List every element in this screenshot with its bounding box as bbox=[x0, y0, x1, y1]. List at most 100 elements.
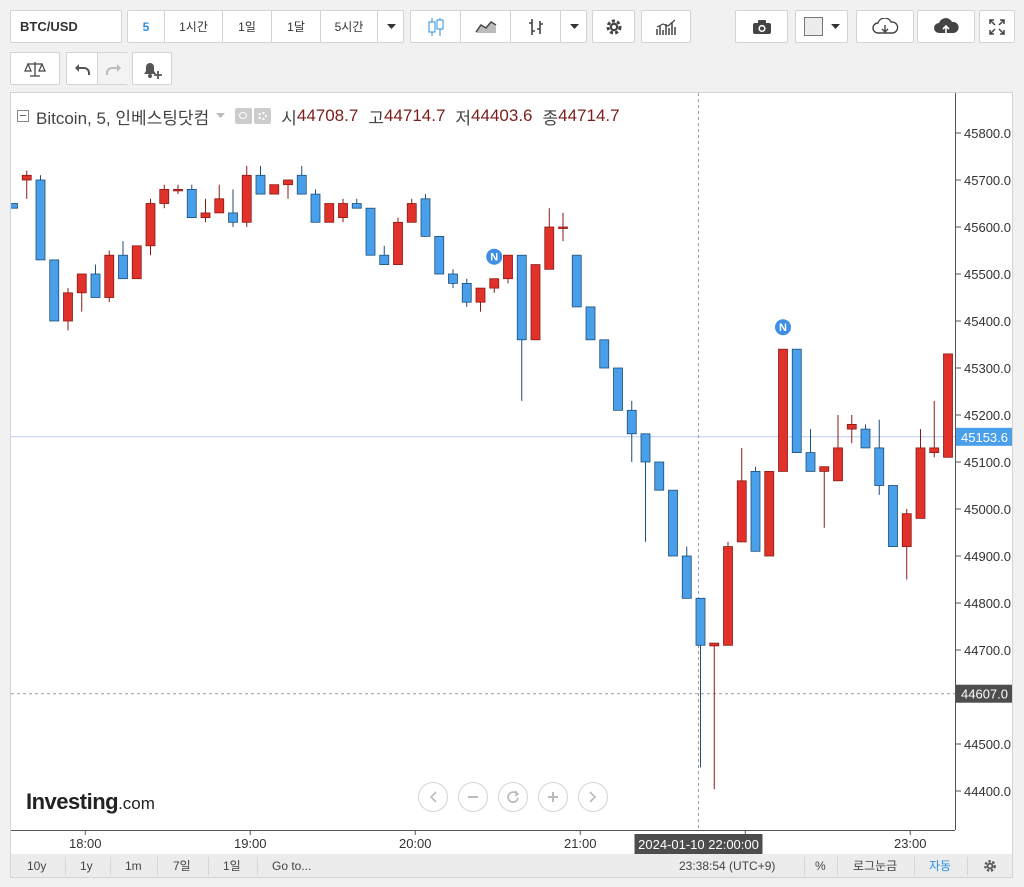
cloud-upload-icon bbox=[934, 17, 959, 33]
scales-icon bbox=[24, 61, 46, 77]
fullscreen-button[interactable] bbox=[979, 10, 1015, 43]
divider bbox=[65, 857, 66, 875]
price-tick-label: 45500.0 bbox=[964, 267, 1011, 282]
interval-5h[interactable]: 5시간 bbox=[321, 11, 378, 42]
interval-1d[interactable]: 1일 bbox=[223, 11, 272, 42]
high-label: 고 bbox=[368, 108, 384, 128]
divider bbox=[804, 857, 805, 875]
undo-redo-group bbox=[66, 52, 129, 85]
series-settings-toggle[interactable] bbox=[254, 108, 272, 124]
candle-body bbox=[915, 447, 926, 519]
undo-button[interactable] bbox=[67, 53, 98, 84]
fullscreen-icon bbox=[989, 18, 1005, 35]
settings-button[interactable] bbox=[592, 10, 635, 43]
minus-icon bbox=[468, 796, 478, 798]
interval-1h[interactable]: 1시간 bbox=[165, 11, 223, 42]
candle-body bbox=[558, 226, 568, 229]
crosshair-time-tag-label: 2024-01-10 22:00:00 bbox=[638, 837, 759, 852]
series-title[interactable]: Bitcoin, 5, 인베스팅닷컴 bbox=[36, 104, 209, 129]
candle-body bbox=[461, 282, 472, 303]
scroll-left-button[interactable] bbox=[418, 782, 448, 812]
divider bbox=[257, 857, 258, 875]
candle-body bbox=[888, 485, 898, 547]
compare-button[interactable] bbox=[10, 52, 60, 85]
goto-button[interactable]: Go to... bbox=[272, 854, 311, 878]
add-alert-button[interactable] bbox=[132, 52, 172, 85]
candle-body bbox=[901, 513, 912, 548]
symbol-box[interactable]: BTC/USD bbox=[10, 10, 122, 43]
open-value: 44708.7 bbox=[296, 106, 359, 125]
chevron-down-icon bbox=[386, 23, 396, 29]
candle-body bbox=[695, 597, 706, 646]
candle-body bbox=[11, 203, 18, 209]
scroll-right-button[interactable] bbox=[578, 782, 608, 812]
interval-1mo[interactable]: 1달 bbox=[272, 11, 321, 42]
visibility-toggle[interactable] bbox=[235, 108, 253, 124]
candle-body bbox=[186, 189, 197, 219]
chart-container[interactable]: 44400.044500.044600.044700.044800.044900… bbox=[10, 92, 1013, 856]
color-picker[interactable] bbox=[795, 10, 848, 43]
divider bbox=[157, 857, 158, 875]
price-tick-label: 44400.0 bbox=[964, 784, 1011, 799]
interval-dropdown[interactable] bbox=[378, 11, 404, 42]
candle-body bbox=[21, 174, 32, 181]
plus-icon bbox=[548, 792, 558, 802]
candle-body bbox=[599, 339, 610, 369]
candle-body bbox=[393, 221, 403, 266]
gear-icon bbox=[984, 860, 996, 872]
range-1d[interactable]: 1일 bbox=[223, 854, 241, 878]
auto-scale-toggle[interactable]: 자동 bbox=[929, 854, 951, 878]
eye-icon bbox=[239, 112, 248, 119]
axis-settings-button[interactable] bbox=[983, 859, 997, 873]
minus-icon bbox=[20, 115, 26, 116]
range-10y[interactable]: 10y bbox=[27, 854, 46, 878]
interval-5h-label: 5시간 bbox=[334, 20, 364, 34]
chevron-right-icon bbox=[589, 791, 597, 803]
price-tick-label: 45700.0 bbox=[964, 173, 1011, 188]
cloud-download-icon bbox=[872, 17, 899, 34]
chart-type-dropdown[interactable] bbox=[561, 11, 587, 42]
price-tick-label: 45200.0 bbox=[964, 408, 1011, 423]
candle-body bbox=[668, 489, 678, 557]
candle-body bbox=[434, 235, 445, 275]
range-7d[interactable]: 7일 bbox=[173, 854, 191, 878]
candle-body bbox=[228, 212, 238, 223]
range-1y[interactable]: 1y bbox=[80, 854, 93, 878]
cloud-save-button[interactable] bbox=[917, 10, 975, 43]
screenshot-button[interactable] bbox=[735, 10, 788, 43]
redo-button[interactable] bbox=[98, 53, 129, 84]
price-tick-label: 44500.0 bbox=[964, 737, 1011, 752]
range-1m[interactable]: 1m bbox=[125, 854, 142, 878]
low-value: 44403.6 bbox=[471, 106, 533, 125]
color-swatch bbox=[803, 17, 823, 36]
candle-body bbox=[475, 287, 486, 303]
zoom-out-button[interactable] bbox=[458, 782, 488, 812]
candle-body bbox=[585, 306, 596, 341]
zoom-in-button[interactable] bbox=[538, 782, 568, 812]
candlestick-chart[interactable]: 44400.044500.044600.044700.044800.044900… bbox=[11, 93, 1012, 855]
percent-toggle[interactable]: % bbox=[815, 854, 826, 878]
interval-5-label: 5 bbox=[142, 19, 150, 34]
interval-group: 5 1시간 1일 1달 5시간 bbox=[127, 10, 404, 43]
reset-button[interactable] bbox=[498, 782, 528, 812]
interval-5[interactable]: 5 bbox=[128, 11, 165, 42]
logo-suffix: .com bbox=[118, 794, 155, 813]
price-tick-label: 45600.0 bbox=[964, 220, 1011, 235]
candle-body bbox=[159, 189, 170, 204]
area-type-button[interactable] bbox=[461, 11, 511, 42]
candle-body bbox=[49, 259, 60, 322]
time-axis: 18:0019:0020:0021:0022:0023:0011 bbox=[69, 830, 927, 851]
cloud-load-button[interactable] bbox=[856, 10, 914, 43]
chevron-down-icon[interactable] bbox=[216, 113, 226, 119]
close-label: 종 bbox=[542, 108, 559, 128]
log-scale-toggle[interactable]: 로그눈금 bbox=[853, 854, 897, 878]
indicators-button[interactable] bbox=[641, 10, 691, 43]
candle-body bbox=[200, 212, 211, 219]
candles-type-button[interactable] bbox=[411, 11, 461, 42]
candle-body bbox=[654, 461, 665, 491]
news-marker-label: N bbox=[779, 322, 787, 334]
gear-icon bbox=[258, 112, 268, 120]
bars-type-button[interactable] bbox=[511, 11, 561, 42]
candle-body bbox=[420, 198, 431, 237]
collapse-legend-button[interactable] bbox=[17, 110, 29, 122]
